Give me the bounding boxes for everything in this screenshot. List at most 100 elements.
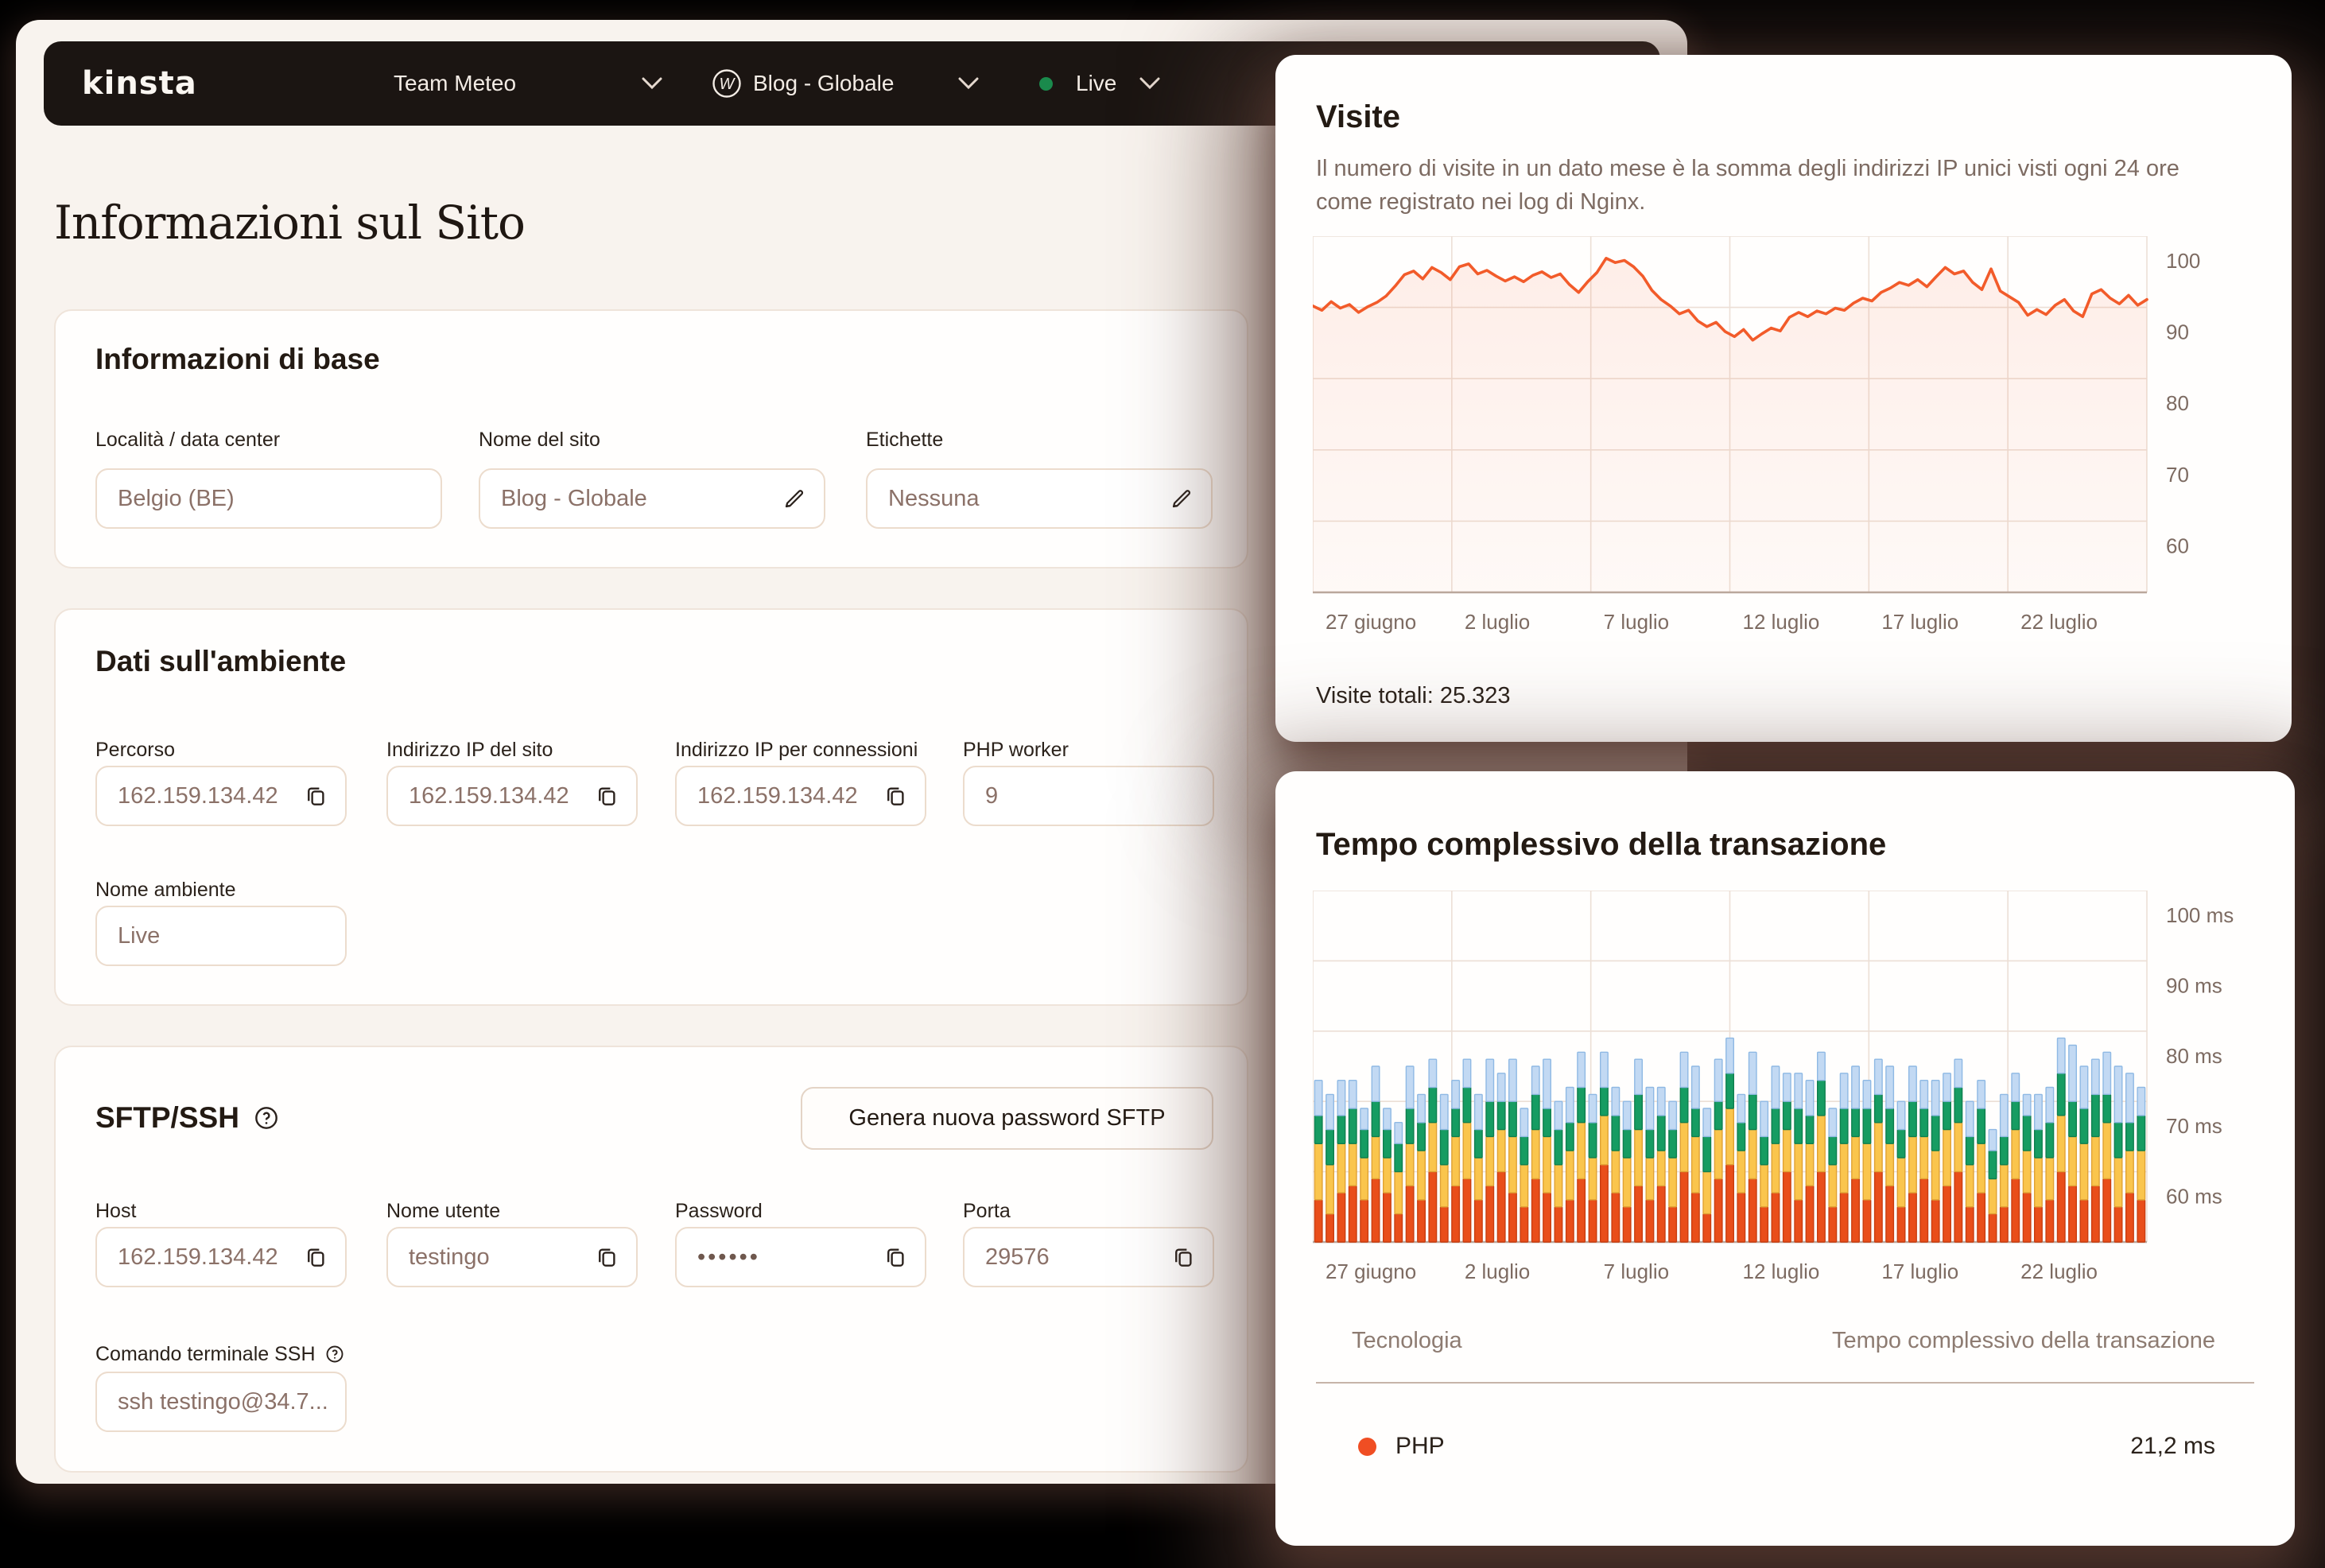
field-label-percorso: Percorso [95,739,347,762]
help-icon[interactable] [254,1105,279,1131]
ip-sito-value: 162.159.134.42 [409,783,593,809]
team-selector-label: Team Meteo [394,71,516,96]
edit-pencil-icon[interactable] [1168,485,1195,512]
svg-text:7 luglio: 7 luglio [1604,610,1669,634]
svg-text:7 luglio: 7 luglio [1604,1259,1669,1283]
svg-text:2 luglio: 2 luglio [1465,610,1530,634]
visits-panel-title: Visite [1316,99,1400,135]
page-title: Informazioni sul Sito [54,196,525,250]
percorso-field[interactable]: 162.159.134.42 [95,766,347,826]
card-title-text: SFTP/SSH [95,1101,239,1134]
card-sftp-ssh: SFTP/SSH Genera nuova password SFTP Host… [54,1046,1248,1473]
svg-text:70 ms: 70 ms [2166,1114,2222,1138]
generate-sftp-password-button[interactable]: Genera nuova password SFTP [801,1087,1213,1150]
team-selector-chevron[interactable] [642,41,662,126]
table-row-php[interactable]: PHP [1358,1433,1445,1460]
porta-value: 29576 [985,1244,1170,1271]
environment-selector[interactable]: Live [1076,41,1116,126]
help-icon[interactable] [325,1345,344,1364]
svg-text:22 luglio: 22 luglio [2020,610,2098,634]
visits-line-chart: 1009080706027 giugno2 luglio7 luglio12 l… [1313,236,2256,650]
copy-icon[interactable] [882,782,909,809]
ip-connessioni-field[interactable]: 162.159.134.42 [675,766,926,826]
svg-text:70: 70 [2166,463,2189,487]
copy-icon[interactable] [1170,1244,1197,1271]
svg-text:12 luglio: 12 luglio [1743,1259,1820,1283]
svg-text:12 luglio: 12 luglio [1743,610,1820,634]
visits-panel: Visite Il numero di visite in un dato me… [1275,55,2292,742]
site-selector-label: Blog - Globale [753,71,894,96]
comando-ssh-value: ssh testingo@34.7... [118,1389,329,1415]
environment-selector-chevron[interactable] [1139,41,1160,126]
field-label-php-worker: PHP worker [963,739,1214,762]
localita-value: Belgio (BE) [118,486,425,512]
copy-icon[interactable] [302,1244,329,1271]
php-worker-field[interactable]: 9 [963,766,1214,826]
wordpress-icon: W [712,41,742,126]
site-selector-chevron[interactable] [958,41,979,126]
chevron-down-icon [958,77,979,90]
field-label-nome-utente: Nome utente [386,1200,638,1223]
nome-sito-field[interactable]: Blog - Globale [479,468,825,529]
field-label-ip-sito: Indirizzo IP del sito [386,739,638,762]
php-series-dot-icon [1358,1438,1376,1456]
nome-utente-field[interactable]: testingo [386,1227,638,1287]
nome-sito-value: Blog - Globale [501,486,781,512]
field-label-ip-connessioni: Indirizzo IP per connessioni [675,739,937,762]
team-selector[interactable]: Team Meteo [394,41,516,126]
card-title: Dati sull'ambiente [95,645,346,678]
svg-text:17 luglio: 17 luglio [1881,1259,1958,1283]
comando-ssh-label-text: Comando terminale SSH [95,1343,316,1365]
transaction-panel: Tempo complessivo della transazione 100 … [1275,771,2295,1546]
copy-icon[interactable] [882,1244,909,1271]
svg-text:90: 90 [2166,320,2189,344]
php-worker-value: 9 [985,783,1197,809]
visits-panel-description: Il numero di visite in un dato mese è la… [1316,152,2222,219]
svg-text:17 luglio: 17 luglio [1881,610,1958,634]
field-label-host: Host [95,1200,347,1223]
php-series-label: PHP [1395,1433,1445,1460]
svg-text:100: 100 [2166,249,2200,273]
php-series-value: 21,2 ms [2130,1433,2215,1460]
field-label-password: Password [675,1200,926,1223]
percorso-value: 162.159.134.42 [118,783,302,809]
svg-text:60: 60 [2166,534,2189,557]
table-header-tempo: Tempo complessivo della transazione [1832,1328,2215,1354]
card-informazioni-di-base: Informazioni di base Località / data cen… [54,309,1248,569]
field-label-nome-sito: Nome del sito [479,429,825,452]
edit-pencil-icon[interactable] [781,485,808,512]
copy-icon[interactable] [302,782,329,809]
etichette-field[interactable]: Nessuna [866,468,1213,529]
svg-text:22 luglio: 22 luglio [2020,1259,2098,1283]
ip-sito-field[interactable]: 162.159.134.42 [386,766,638,826]
transaction-bar-chart: 100 ms90 ms80 ms70 ms60 ms27 giugno2 lug… [1313,891,2256,1301]
host-field[interactable]: 162.159.134.42 [95,1227,347,1287]
nome-ambiente-field[interactable]: Live [95,906,347,966]
password-field[interactable]: •••••• [675,1227,926,1287]
password-value: •••••• [697,1244,882,1271]
kinsta-logo: kinsta [82,41,197,126]
ip-connessioni-value: 162.159.134.42 [697,783,882,809]
visits-total: Visite totali: 25.323 [1316,683,1511,709]
copy-icon[interactable] [593,782,620,809]
field-label-comando-ssh: Comando terminale SSH [95,1343,413,1366]
svg-text:27 giugno: 27 giugno [1326,610,1416,634]
live-status-icon [1039,77,1053,91]
site-selector[interactable]: Blog - Globale [753,41,894,126]
field-label-nome-ambiente: Nome ambiente [95,879,347,902]
field-label-localita: Località / data center [95,429,442,452]
chevron-down-icon [642,77,662,90]
card-dati-ambiente: Dati sull'ambiente Percorso Indirizzo IP… [54,608,1248,1006]
copy-icon[interactable] [593,1244,620,1271]
porta-field[interactable]: 29576 [963,1227,1214,1287]
localita-field[interactable]: Belgio (BE) [95,468,442,529]
comando-ssh-field[interactable]: ssh testingo@34.7... [95,1372,347,1432]
etichette-value: Nessuna [888,486,1168,512]
svg-text:2 luglio: 2 luglio [1465,1259,1530,1283]
environment-selector-label: Live [1076,71,1116,96]
field-label-porta: Porta [963,1200,1214,1223]
chevron-down-icon [1139,77,1160,90]
nome-utente-value: testingo [409,1244,593,1271]
nome-ambiente-value: Live [118,923,329,949]
host-value: 162.159.134.42 [118,1244,302,1271]
